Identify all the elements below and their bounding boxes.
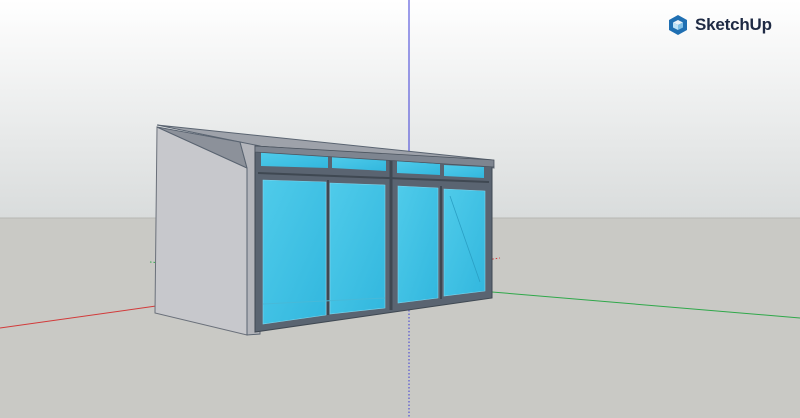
glass-panel-3[interactable] (397, 185, 439, 304)
model-canvas[interactable] (0, 0, 800, 418)
sketchup-brand: SketchUp (667, 12, 772, 38)
glass-panel-2[interactable] (329, 182, 386, 315)
glass-panel-4[interactable] (443, 188, 486, 297)
transom-glass-4[interactable] (444, 165, 484, 178)
brand-name: SketchUp (695, 15, 772, 34)
enclosure-model[interactable] (154, 124, 495, 336)
sketchup-viewport[interactable]: SketchUp (0, 0, 800, 418)
sketchup-logo-icon (669, 15, 687, 35)
